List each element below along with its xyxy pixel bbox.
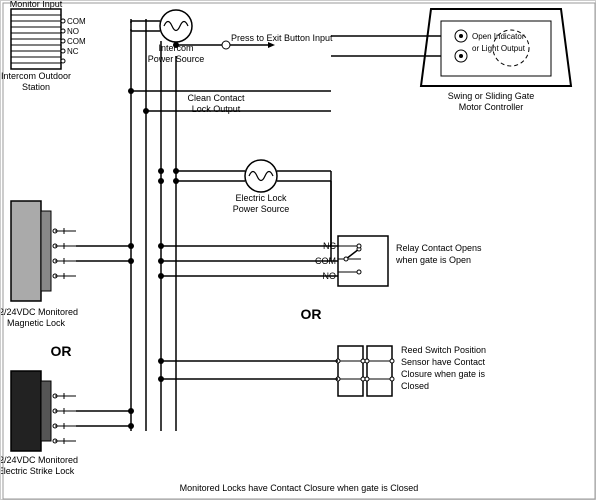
svg-text:when gate is Open: when gate is Open xyxy=(395,255,471,265)
svg-text:Press to Exit Button Input: Press to Exit Button Input xyxy=(231,33,333,43)
svg-text:Closed: Closed xyxy=(401,381,429,391)
svg-text:Reed Switch Position: Reed Switch Position xyxy=(401,345,486,355)
svg-text:COM: COM xyxy=(67,37,86,46)
svg-text:12/24VDC Monitored: 12/24VDC Monitored xyxy=(1,455,78,465)
svg-text:Station: Station xyxy=(22,82,50,92)
svg-text:Power Source: Power Source xyxy=(233,204,290,214)
svg-text:Closure when gate is: Closure when gate is xyxy=(401,369,486,379)
svg-text:12/24VDC Monitored: 12/24VDC Monitored xyxy=(1,307,78,317)
wiring-diagram: Monitor Input COM NO COM NC Intercom Out… xyxy=(0,0,596,500)
svg-text:NC: NC xyxy=(67,47,79,56)
svg-text:Relay Contact Opens: Relay Contact Opens xyxy=(396,243,482,253)
svg-text:OR: OR xyxy=(301,306,322,322)
svg-text:Sensor have Contact: Sensor have Contact xyxy=(401,357,486,367)
svg-text:Clean Contact: Clean Contact xyxy=(187,93,245,103)
svg-text:Motor Controller: Motor Controller xyxy=(459,102,524,112)
svg-text:OR: OR xyxy=(51,343,72,359)
svg-text:Lock Output: Lock Output xyxy=(192,104,241,114)
svg-text:Intercom Outdoor: Intercom Outdoor xyxy=(1,71,71,81)
svg-text:Magnetic Lock: Magnetic Lock xyxy=(7,318,66,328)
svg-text:Swing or Sliding Gate: Swing or Sliding Gate xyxy=(448,91,535,101)
svg-text:Open Indicator: Open Indicator xyxy=(472,32,525,41)
svg-text:or Light Output: or Light Output xyxy=(472,44,526,53)
svg-text:Electric Lock: Electric Lock xyxy=(235,193,287,203)
svg-text:Monitored Locks have Contact C: Monitored Locks have Contact Closure whe… xyxy=(180,483,419,493)
svg-text:Electric Strike Lock: Electric Strike Lock xyxy=(1,466,75,476)
svg-text:Monitor Input: Monitor Input xyxy=(10,1,63,9)
svg-text:NO: NO xyxy=(67,27,79,36)
svg-text:COM: COM xyxy=(67,17,86,26)
